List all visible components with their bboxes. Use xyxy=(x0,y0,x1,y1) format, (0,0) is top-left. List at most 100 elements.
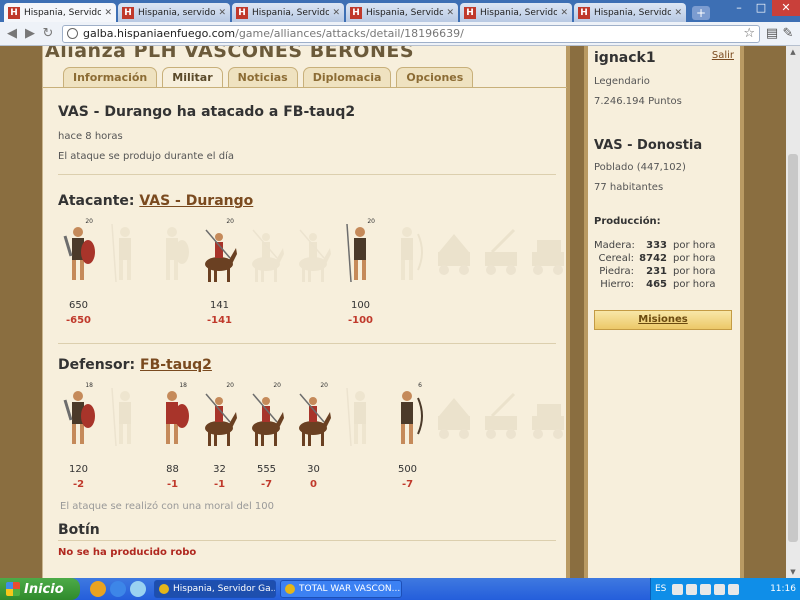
browser-tab-label: Hispania, servidor G xyxy=(138,7,216,18)
browser-tab-label: Hispania, Servidor G xyxy=(594,7,672,18)
scroll-down-arrow-icon[interactable]: ▼ xyxy=(786,566,800,578)
os-taskbar: Inicio Hispania, Servidor Ga... TOTAL WAR… xyxy=(0,578,800,600)
reload-icon[interactable]: ↻ xyxy=(40,26,56,42)
url-path: /game/alliances/attacks/detail/18196639/ xyxy=(235,27,464,40)
unit-slot xyxy=(478,218,525,288)
unit-count: 120 xyxy=(68,464,89,475)
unit-count: 141 xyxy=(209,300,230,311)
tray-icon[interactable] xyxy=(728,583,740,595)
unit-slot: 6 xyxy=(384,382,431,452)
production-row: Piedra: 231 por hora xyxy=(594,266,744,279)
scrollbar-thumb[interactable] xyxy=(788,154,798,542)
logout-link[interactable]: Salir xyxy=(712,50,734,61)
unit-count xyxy=(431,300,478,315)
taskbar-window-button[interactable]: Hispania, Servidor Ga... xyxy=(154,580,276,598)
back-arrow-icon[interactable]: ◀ xyxy=(4,26,20,42)
tab-close-icon[interactable]: ✕ xyxy=(674,8,682,18)
tab-militar[interactable]: Militar xyxy=(162,67,223,88)
unit-level: 20 xyxy=(273,382,281,389)
taskbar-window-button[interactable]: TOTAL WAR VASCON... xyxy=(280,580,402,598)
javelin-warrior-icon xyxy=(111,387,131,447)
tab-close-icon[interactable]: ✕ xyxy=(332,8,340,18)
close-window-button[interactable]: ✕ xyxy=(772,0,800,16)
tab-noticias[interactable]: Noticias xyxy=(227,67,298,87)
alliance-title: Alianza PLH VASCONES BERONES xyxy=(45,46,415,62)
unit-count-cell: 650 -650 xyxy=(55,300,102,326)
alliance-tabs: Información Militar Noticias Diplomacia Opci… xyxy=(63,67,478,88)
tab-close-icon[interactable]: ✕ xyxy=(560,8,568,18)
production-row: Cereal: 8742 por hora xyxy=(594,253,744,266)
attacker-counts: 650 -650 141 -141 100 -100 xyxy=(55,300,572,326)
tab-close-icon[interactable]: ✕ xyxy=(104,8,112,18)
system-tray: ES 11:16 xyxy=(650,578,800,600)
task-list: Hispania, Servidor Ga... TOTAL WAR VASCON… xyxy=(150,580,402,598)
unit-count-cell: 500 -7 xyxy=(384,464,431,490)
tab-opciones[interactable]: Opciones xyxy=(396,67,474,87)
windows-logo-icon xyxy=(6,582,20,596)
tab-diplomacia[interactable]: Diplomacia xyxy=(302,67,392,87)
ram-icon xyxy=(438,234,470,275)
browser-tab-bar: HHispania, Servidor G✕HHispania, servido… xyxy=(0,0,800,22)
bookmark-star-icon[interactable]: ☆ xyxy=(743,26,755,41)
desktop-icon[interactable] xyxy=(130,581,146,597)
maximize-button[interactable]: □ xyxy=(750,0,772,16)
production-label: Cereal: xyxy=(598,253,634,264)
wrench-icon[interactable]: ✎ xyxy=(780,26,796,41)
player-name: ignack1 xyxy=(594,50,656,66)
new-tab-button[interactable]: + xyxy=(692,6,710,20)
ie-icon[interactable] xyxy=(110,581,126,597)
globe-icon xyxy=(67,28,78,39)
tab-divider xyxy=(43,87,567,88)
tray-icon[interactable] xyxy=(714,583,726,595)
archer-icon xyxy=(401,391,423,444)
unit-count-cell xyxy=(525,300,572,326)
vertical-scrollbar[interactable]: ▲ ▼ xyxy=(786,46,800,578)
browser-tab[interactable]: H Hispania, Servidor G✕ xyxy=(232,3,344,22)
unit-count-cell: 100 -100 xyxy=(337,300,384,326)
unit-count xyxy=(149,300,196,315)
browser-tab[interactable]: H Hispania, Servidor G✕ xyxy=(460,3,572,22)
page-viewport: Alianza PLH VASCONES BERONES Información… xyxy=(0,46,800,578)
unit-count xyxy=(478,300,525,315)
unit-loss: 0 xyxy=(310,479,317,490)
language-indicator[interactable]: ES xyxy=(655,584,666,594)
favicon-icon: H xyxy=(464,6,476,19)
browser-tab[interactable]: H Hispania, Servidor G✕ xyxy=(4,3,116,22)
tray-icon[interactable] xyxy=(700,583,712,595)
cavalry-icon xyxy=(205,229,237,282)
player-rank: Legendario xyxy=(594,76,650,87)
browser-tab[interactable]: H Hispania, Servidor G✕ xyxy=(346,3,458,22)
scroll-up-arrow-icon[interactable]: ▲ xyxy=(786,46,800,58)
unit-count: 650 xyxy=(68,300,89,311)
unit-loss: -1 xyxy=(213,479,226,490)
tray-icon[interactable] xyxy=(672,583,684,595)
chrome-icon[interactable] xyxy=(90,581,106,597)
favicon-icon: H xyxy=(350,6,362,19)
production-value: 333 xyxy=(646,240,667,251)
browser-tab[interactable]: H Hispania, Servidor G✕ xyxy=(574,3,686,22)
unit-count-cell: 555 -7 xyxy=(243,464,290,490)
defender-name-link[interactable]: FB-tauq2 xyxy=(140,357,212,373)
report-description: El ataque se produjo durante el día xyxy=(58,151,235,162)
start-button[interactable]: Inicio xyxy=(0,578,80,600)
address-bar[interactable]: galba.hispaniaenfuego.com/game/alliances… xyxy=(62,24,760,43)
forward-arrow-icon[interactable]: ▶ xyxy=(22,26,38,42)
tab-close-icon[interactable]: ✕ xyxy=(446,8,454,18)
favicon-icon: H xyxy=(122,6,134,19)
tab-close-icon[interactable]: ✕ xyxy=(218,8,226,18)
minimize-button[interactable]: – xyxy=(728,0,750,16)
lancer-cavalry-icon xyxy=(299,393,331,446)
tab-información[interactable]: Información xyxy=(63,67,158,87)
unit-level: 20 xyxy=(320,382,328,389)
page-menu-icon[interactable]: ▤ xyxy=(764,26,780,41)
production-label: Piedra: xyxy=(599,266,634,277)
cavalry-icon xyxy=(205,393,237,446)
tray-icon[interactable] xyxy=(686,583,698,595)
browser-tab-label: Hispania, Servidor G xyxy=(24,7,102,18)
unit-slot: 20 xyxy=(243,382,290,452)
production-label: Hierro: xyxy=(600,279,634,290)
divider xyxy=(58,174,556,175)
attacker-name-link[interactable]: VAS - Durango xyxy=(139,193,253,209)
missions-button[interactable]: Misiones xyxy=(594,310,732,330)
browser-tab[interactable]: H Hispania, servidor G✕ xyxy=(118,3,230,22)
